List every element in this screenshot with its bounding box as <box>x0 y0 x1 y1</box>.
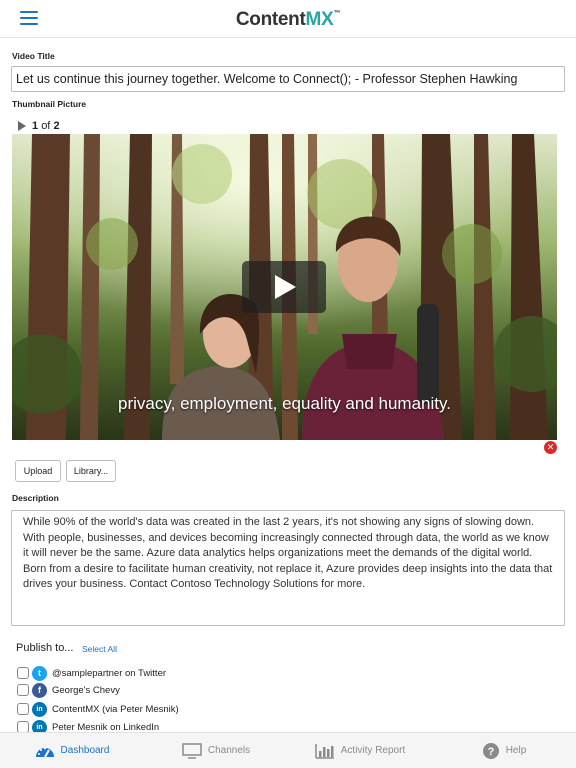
video-caption: privacy, employment, equality and humani… <box>118 394 451 413</box>
publish-to-label: Publish to... <box>16 642 74 654</box>
twitter-icon: t <box>32 665 47 681</box>
tab-channels[interactable]: Channels <box>144 733 288 768</box>
svg-text:?: ? <box>487 746 494 758</box>
play-icon[interactable] <box>242 261 326 313</box>
thumbnail-of-text: of <box>41 120 51 132</box>
video-title-input[interactable] <box>11 66 565 92</box>
bar-chart-icon <box>315 743 334 759</box>
thumbnail-image: privacy, employment, equality and humani… <box>12 134 557 440</box>
account-row-linkedin-company[interactable]: in ContentMX (via Peter Mesnik) <box>17 701 179 717</box>
account-name: George's Chevy <box>52 684 120 696</box>
logo-content-text: Content <box>235 9 306 30</box>
tab-label: Channels <box>207 745 251 756</box>
facebook-icon: f <box>32 682 47 698</box>
account-row-facebook[interactable]: f George's Chevy <box>17 682 120 698</box>
tab-activity-report[interactable]: Activity Report <box>288 733 432 768</box>
account-row-twitter[interactable]: t @samplepartner on Twitter <box>17 665 166 681</box>
account-checkbox[interactable] <box>17 667 29 679</box>
app-header: ContentMX™ <box>0 0 576 38</box>
upload-button[interactable]: Upload <box>15 460 61 482</box>
video-title-label: Video Title <box>12 51 55 61</box>
account-name: @samplepartner on Twitter <box>52 667 167 679</box>
tab-label: Dashboard <box>60 745 110 756</box>
tab-dashboard[interactable]: Dashboard <box>0 733 144 768</box>
library-button[interactable]: Library... <box>66 460 116 482</box>
bottom-tab-bar: Dashboard Channels Activity Report ? Hel… <box>0 732 576 768</box>
help-icon: ? <box>482 742 499 759</box>
thumbnail-label: Thumbnail Picture <box>12 99 87 109</box>
thumbnail-total: 2 <box>53 120 60 132</box>
tab-label: Help <box>505 745 527 756</box>
remove-thumbnail-icon[interactable]: ✕ <box>544 441 557 454</box>
account-name: Peter Mesnik on LinkedIn <box>52 721 160 733</box>
app-logo: ContentMX™ <box>0 9 576 31</box>
logo-trademark: ™ <box>333 10 341 17</box>
account-checkbox[interactable] <box>17 703 29 715</box>
thumbnail-current: 1 <box>32 120 39 132</box>
account-name: ContentMX (via Peter Mesnik) <box>52 703 179 715</box>
account-checkbox[interactable] <box>17 684 29 696</box>
select-all-link[interactable]: Select All <box>82 644 117 654</box>
monitor-icon <box>182 742 202 759</box>
tab-help[interactable]: ? Help <box>432 733 576 768</box>
thumbnail-pager: 1 of 2 <box>18 120 60 132</box>
dashboard-gauge-icon <box>35 747 54 757</box>
logo-mx-text: MX <box>305 9 334 30</box>
tab-label: Activity Report <box>340 745 406 756</box>
next-thumbnail-icon[interactable] <box>18 121 26 131</box>
description-label: Description <box>12 493 59 503</box>
description-textarea[interactable]: While 90% of the world's data was create… <box>11 510 565 626</box>
linkedin-icon: in <box>32 701 47 717</box>
